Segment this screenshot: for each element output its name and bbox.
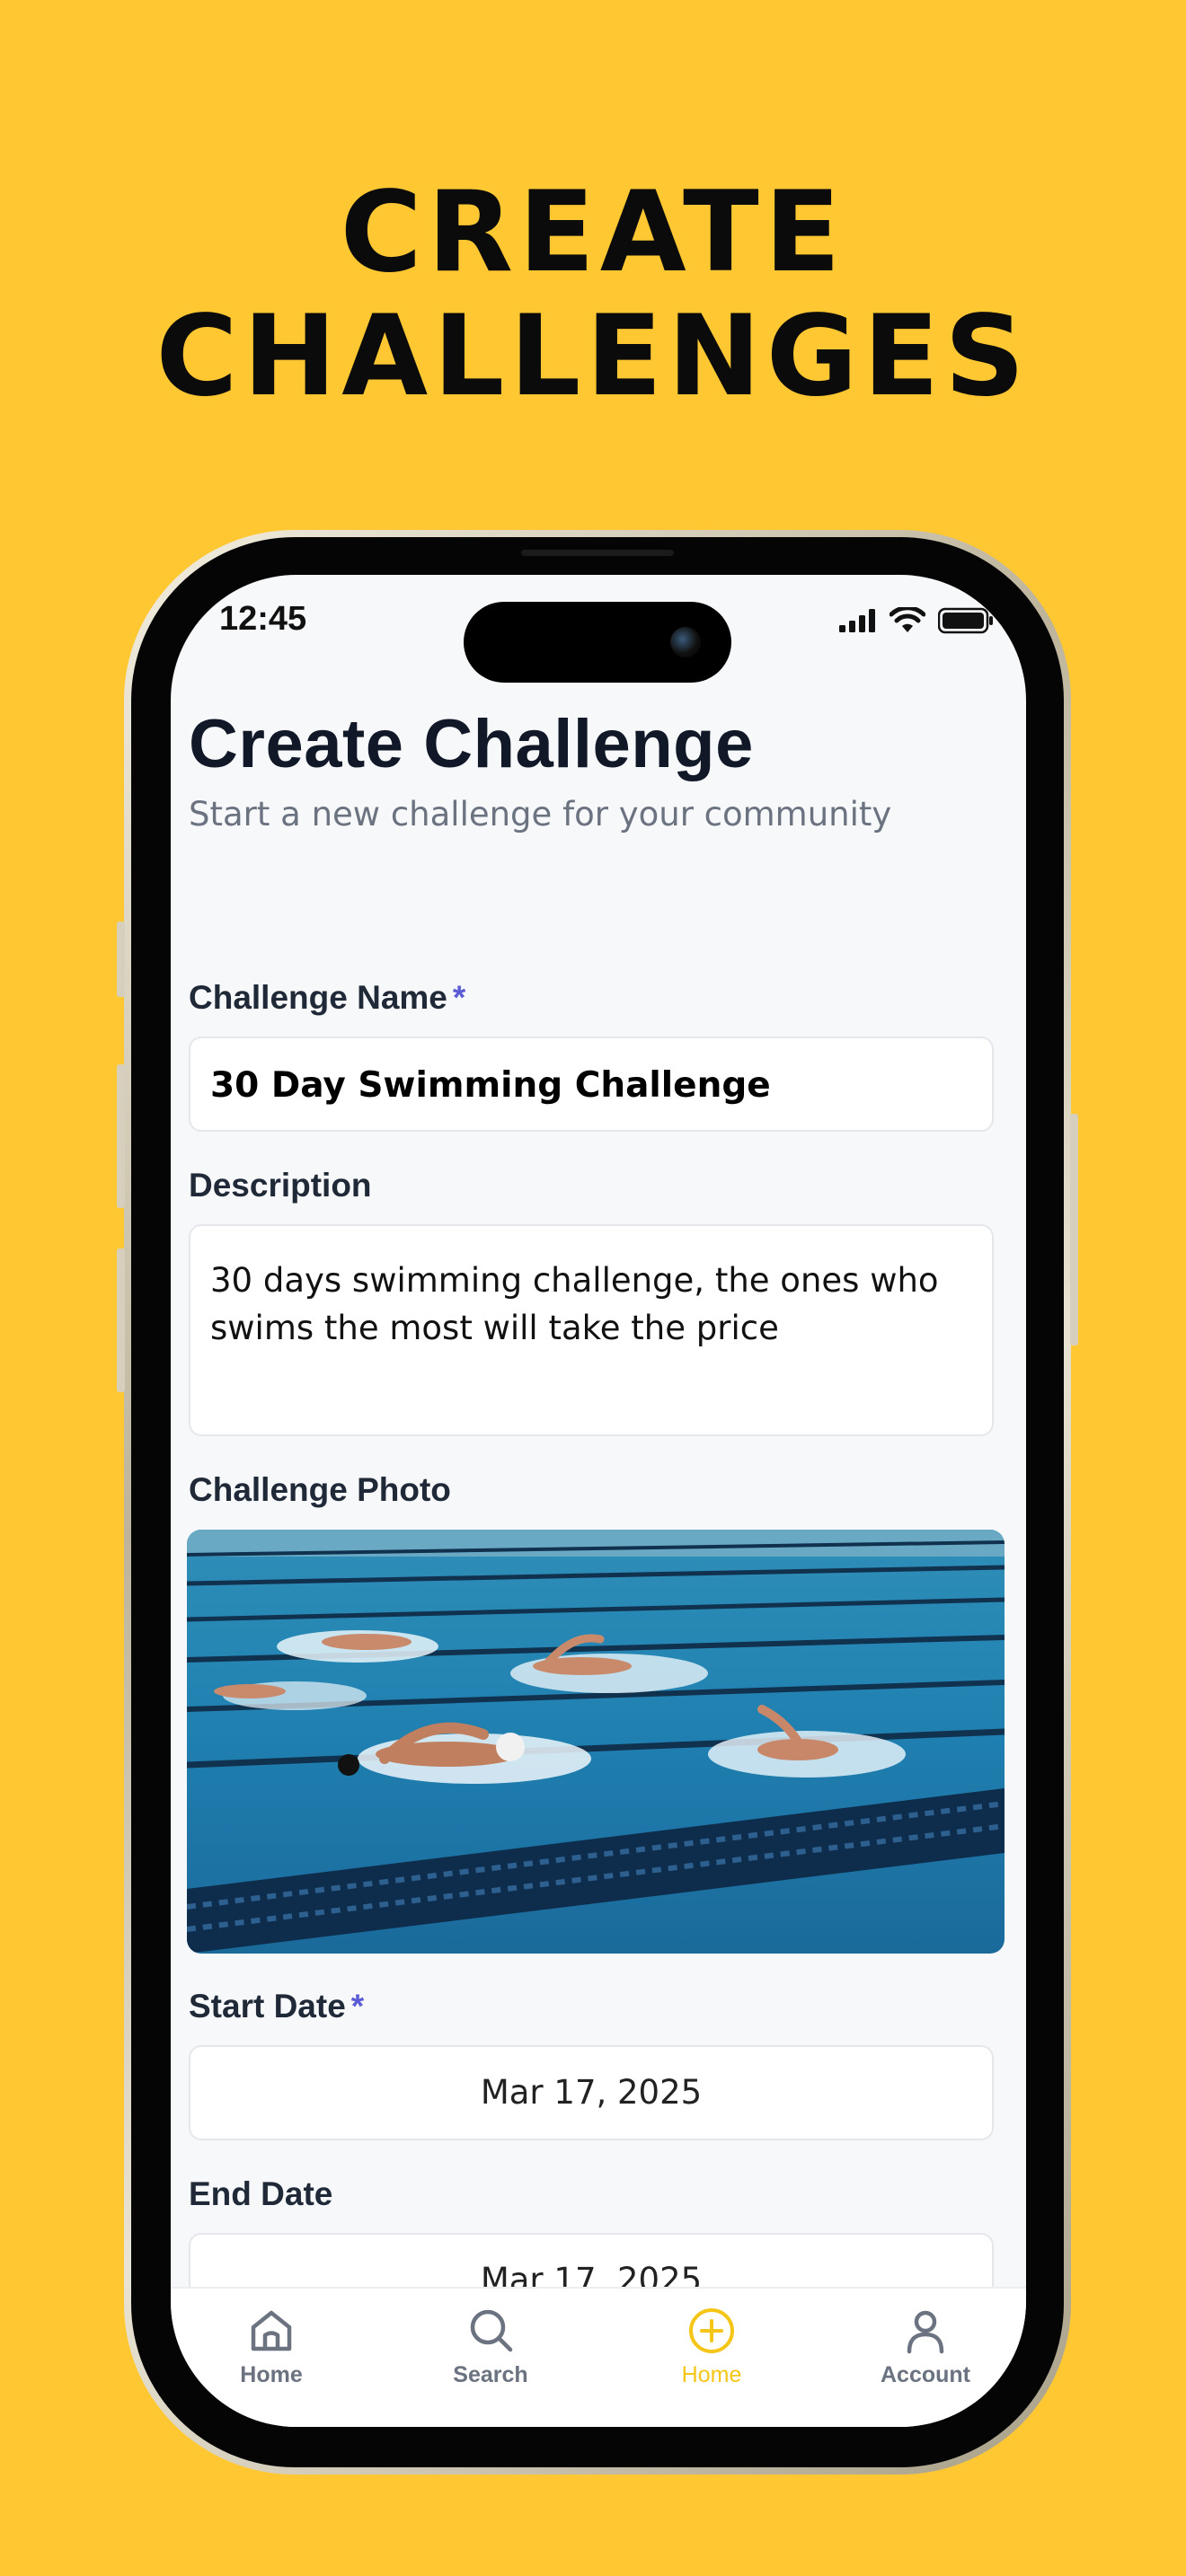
search-icon	[470, 2309, 513, 2352]
wifi-icon	[890, 607, 925, 632]
tab-search[interactable]: Search	[410, 2305, 571, 2388]
side-button-volume-down	[117, 1248, 125, 1392]
promo-headline: CREATE CHALLENGES	[0, 171, 1186, 419]
start-date-label: Start Date *	[189, 1988, 364, 2025]
required-mark: *	[452, 979, 466, 1016]
start-date-field[interactable]: Mar 17, 2025	[189, 2045, 994, 2140]
status-time: 12:45	[219, 600, 307, 638]
dynamic-island	[464, 602, 731, 683]
side-button-mute	[117, 922, 125, 997]
description-field[interactable]: 30 days swimming challenge, the ones who…	[189, 1224, 994, 1436]
user-icon	[907, 2310, 944, 2354]
description-label: Description	[189, 1167, 372, 1204]
home-icon	[251, 2310, 292, 2351]
challenge-photo-label: Challenge Photo	[189, 1471, 451, 1508]
earpiece-speaker	[521, 550, 674, 556]
tab-home[interactable]: Home	[190, 2305, 352, 2388]
start-date-label-text: Start Date	[189, 1988, 346, 2025]
camera-icon	[670, 627, 701, 657]
challenge-photo[interactable]	[187, 1530, 1005, 1954]
page-title: Create Challenge	[189, 706, 754, 782]
swimming-pool-photo	[187, 1530, 1005, 1954]
phone-screen: 12:45 Create Challenge Start a new chall…	[171, 575, 1026, 2427]
tab-account-label: Account	[881, 2362, 970, 2387]
tab-create-label: Home	[681, 2362, 742, 2387]
tab-search-label: Search	[453, 2362, 528, 2387]
challenge-name-label-text: Challenge Name	[189, 979, 447, 1016]
challenge-name-field[interactable]: 30 Day Swimming Challenge	[189, 1037, 994, 1132]
page-subtitle: Start a new challenge for your community	[189, 795, 892, 834]
promo-headline-line1: CREATE	[340, 168, 846, 297]
promo-headline-line2: CHALLENGES	[155, 292, 1031, 421]
bottom-tab-bar: Home Search Home Account	[171, 2287, 1026, 2427]
tab-create[interactable]: Home	[631, 2305, 792, 2388]
challenge-name-label: Challenge Name *	[189, 979, 465, 1017]
side-button-volume-up	[117, 1064, 125, 1208]
signal-icon	[839, 609, 875, 632]
tab-account[interactable]: Account	[845, 2305, 1006, 2388]
battery-icon	[938, 607, 993, 634]
plus-circle-icon	[689, 2308, 734, 2353]
required-mark: *	[350, 1988, 365, 2025]
tab-home-label: Home	[240, 2362, 303, 2387]
status-icons	[839, 607, 994, 634]
side-button-power	[1070, 1114, 1078, 1345]
end-date-label: End Date	[189, 2175, 333, 2212]
